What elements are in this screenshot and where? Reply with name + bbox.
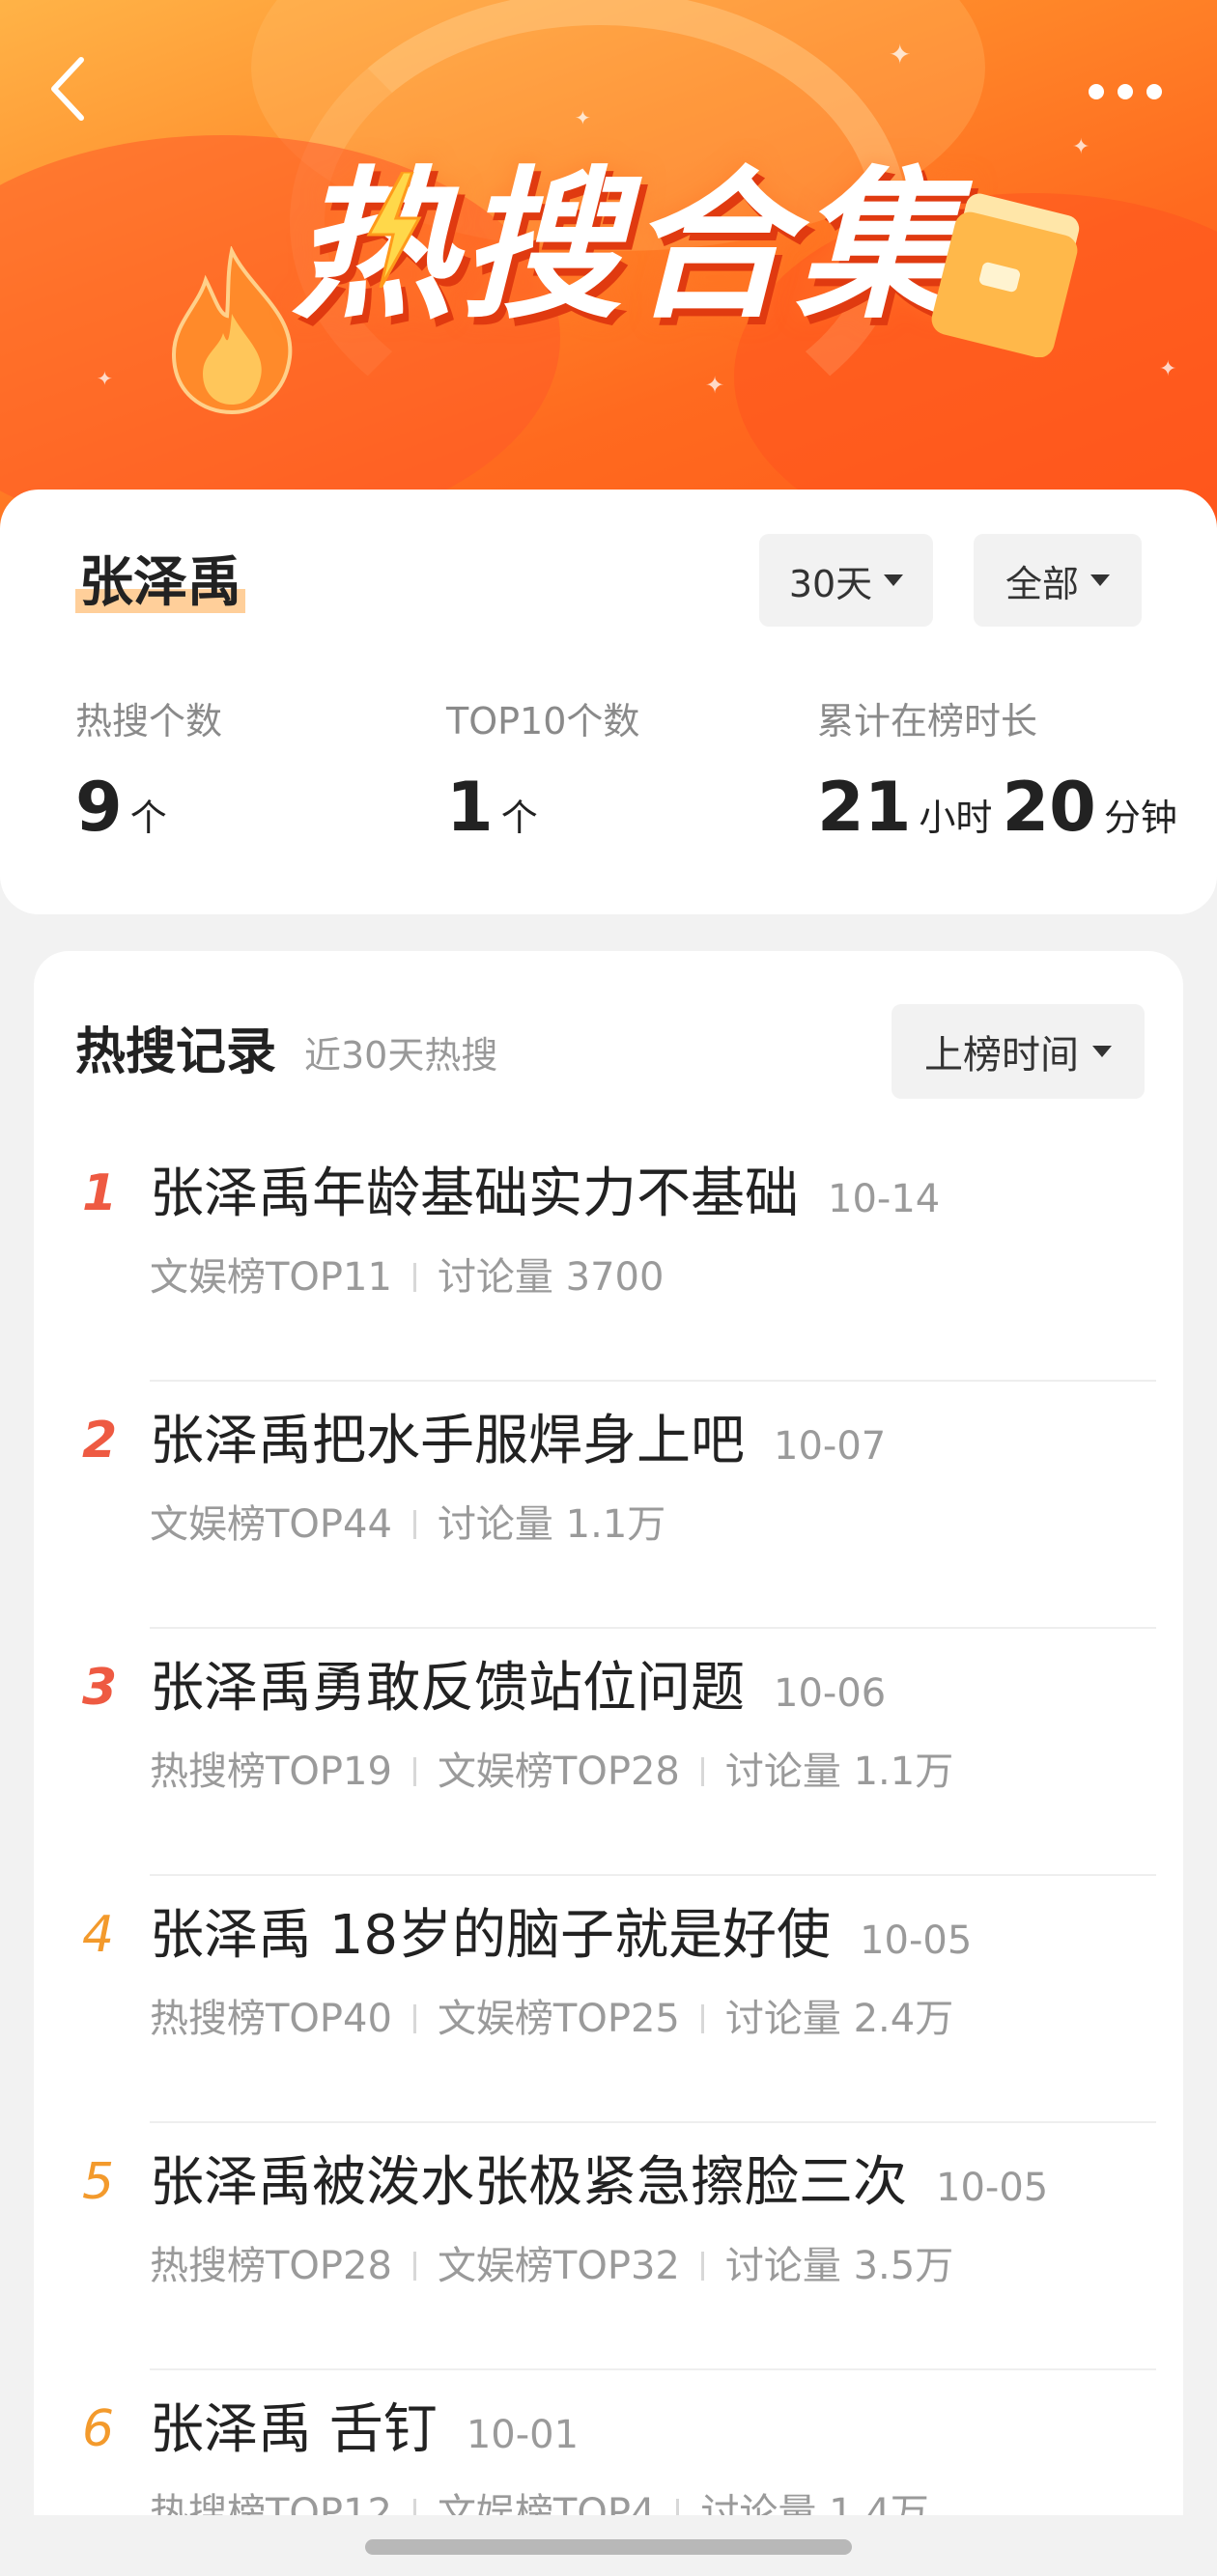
chevron-left-icon [51,57,84,121]
list-item[interactable]: 1 张泽禹年龄基础实力不基础 10-14 文娱榜TOP11 讨论量 3700 [34,1134,1183,1382]
divider [412,1510,416,1539]
item-tag: 讨论量 1.4万 [700,2491,929,2515]
item-title: 张泽禹 舌钉 [150,2398,438,2461]
item-date: 10-01 [466,2413,580,2457]
header-banner: ✦ ✦ ✦ ✦ ✦ ✦ 热搜合集 [0,0,1217,541]
stat-unit: 个 [500,797,538,839]
item-title: 张泽禹把水手服焊身上吧 [150,1410,745,1472]
stat-unit: 个 [129,797,167,839]
divider [700,1757,704,1786]
rank-number: 5 [82,2153,115,2211]
divider [412,1263,416,1292]
stat-label: 热搜个数 [75,700,223,742]
person-name: 张泽禹 [75,547,245,619]
stat-total-duration: 累计在榜时长 21 小时 20 分钟 [817,697,1187,846]
more-dots-icon [1089,84,1104,99]
item-date: 10-14 [828,1177,941,1221]
stat-label: 累计在榜时长 [817,700,1038,742]
list-item[interactable]: 6 张泽禹 舌钉 10-01 热搜榜TOP12 文娱榜TOP4 讨论量 1.4万 [34,2370,1183,2515]
item-date: 10-05 [860,1918,973,1963]
home-indicator[interactable] [365,2539,852,2555]
item-date: 10-06 [774,1671,887,1716]
divider [676,2499,680,2515]
item-tag: 文娱榜TOP4 [437,2491,656,2515]
period-filter-label: 30天 [788,562,873,605]
item-tag: 文娱榜TOP25 [437,1997,680,2041]
item-tag: 文娱榜TOP28 [437,1750,680,1794]
stat-minutes-value: 20 [1002,768,1096,847]
divider [412,2004,416,2033]
item-tag: 文娱榜TOP11 [150,1255,392,1300]
sort-dropdown[interactable]: 上榜时间 [892,1004,1145,1099]
stat-hours-unit: 小时 [919,797,993,839]
sparkle-icon: ✦ [705,372,725,399]
lightning-icon [366,172,422,288]
sparkle-icon: ✦ [1072,135,1090,159]
item-tag: 讨论量 1.1万 [437,1502,666,1547]
item-tag: 热搜榜TOP28 [150,2244,392,2288]
list-item[interactable]: 2 张泽禹把水手服焊身上吧 10-07 文娱榜TOP44 讨论量 1.1万 [34,1382,1183,1629]
list-item[interactable]: 5 张泽禹被泼水张极紧急擦脸三次 10-05 热搜榜TOP28 文娱榜TOP32… [34,2123,1183,2370]
stat-hot-search-count: 热搜个数 9 个 [75,697,222,846]
rank-number: 6 [82,2400,115,2458]
scope-filter-label: 全部 [1005,562,1079,605]
item-title: 张泽禹年龄基础实力不基础 [150,1162,799,1225]
item-date: 10-07 [774,1424,887,1469]
records-title: 热搜记录 [75,1023,277,1081]
stat-label: TOP10个数 [446,700,640,742]
sparkle-icon: ✦ [1159,357,1177,381]
divider [700,2004,704,2033]
stat-value: 9 [75,768,123,847]
records-subtitle: 近30天热搜 [304,1034,498,1077]
item-title: 张泽禹勇敢反馈站位问题 [150,1657,745,1720]
stat-minutes-unit: 分钟 [1103,797,1177,839]
sparkle-icon: ✦ [889,39,912,70]
dropdown-caret-icon [1092,1046,1112,1057]
divider [412,2499,416,2515]
rank-number: 3 [82,1659,118,1717]
item-tag: 讨论量 3.5万 [724,2244,954,2288]
divider [700,2252,704,2281]
item-title: 张泽禹被泼水张极紧急擦脸三次 [150,2151,907,2214]
list-item[interactable]: 3 张泽禹勇敢反馈站位问题 10-06 热搜榜TOP19 文娱榜TOP28 讨论… [34,1629,1183,1876]
more-button[interactable] [1072,58,1178,126]
rank-number: 4 [82,1906,115,1964]
scope-filter-dropdown[interactable]: 全部 [974,534,1142,627]
dropdown-caret-icon [884,574,904,586]
item-tag: 讨论量 3700 [437,1255,665,1300]
rank-number: 2 [82,1412,118,1470]
period-filter-dropdown[interactable]: 30天 [759,534,933,627]
item-date: 10-05 [936,2166,1049,2210]
divider [412,2252,416,2281]
dropdown-caret-icon [1090,574,1110,586]
rank-number: 1 [82,1164,118,1222]
divider [412,1757,416,1786]
back-button[interactable] [39,50,97,127]
item-tag: 文娱榜TOP32 [437,2244,680,2288]
item-tag: 热搜榜TOP40 [150,1997,392,2041]
folder-icon [931,193,1080,357]
stat-top10-count: TOP10个数 1 个 [446,697,639,846]
sparkle-icon: ✦ [97,367,113,390]
stat-value: 1 [446,768,494,847]
item-tag: 讨论量 2.4万 [724,1997,954,2041]
summary-card: 张泽禹 30天 全部 热搜个数 9 个 TOP10个数 1 个 累计在榜时长 2… [0,490,1217,914]
records-card: 热搜记录 近30天热搜 上榜时间 1 张泽禹年龄基础实力不基础 10-14 文娱… [34,951,1183,2515]
stat-hours-value: 21 [817,768,912,847]
item-tag: 热搜榜TOP19 [150,1750,392,1794]
item-tag: 文娱榜TOP44 [150,1502,392,1547]
sort-label: 上榜时间 [924,1033,1079,1078]
list-item[interactable]: 4 张泽禹 18岁的脑子就是好使 10-05 热搜榜TOP40 文娱榜TOP25… [34,1876,1183,2123]
item-title: 张泽禹 18岁的脑子就是好使 [150,1904,832,1967]
item-tag: 热搜榜TOP12 [150,2491,392,2515]
item-tag: 讨论量 1.1万 [724,1750,954,1794]
